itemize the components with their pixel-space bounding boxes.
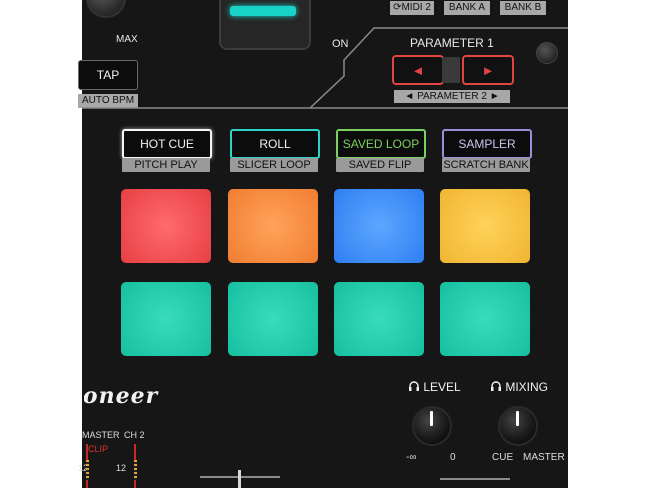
slicer-loop-label: SLICER LOOP bbox=[230, 158, 318, 172]
pioneer-dj-logo: Pioneer DJ bbox=[84, 383, 159, 409]
parameter-2-label: ◄ PARAMETER 2 ► bbox=[394, 90, 510, 103]
small-left-arrow-icon: ◄ bbox=[404, 91, 415, 102]
saved-loop-label: SAVED LOOP bbox=[342, 137, 420, 151]
headphone-level-label: LEVEL bbox=[408, 380, 461, 394]
pitch-play-label: PITCH PLAY bbox=[122, 158, 210, 172]
pad-2[interactable] bbox=[228, 189, 318, 263]
pad-8[interactable] bbox=[440, 282, 530, 356]
level-meter: MASTER CH 2 CLIP 12 12 bbox=[78, 428, 152, 488]
roll-button[interactable]: ROLL bbox=[230, 129, 320, 159]
saved-loop-button[interactable]: SAVED LOOP bbox=[336, 129, 426, 159]
bottom-track bbox=[440, 478, 510, 480]
ch2-label: CH 2 bbox=[124, 430, 145, 440]
parameter-1-label: PARAMETER 1 bbox=[410, 36, 494, 50]
upper-section: MAX ON TAP AUTO BPM ⟳MIDI 2 BANK A BANK … bbox=[78, 0, 568, 112]
arrow-left-icon: ◄ bbox=[411, 62, 425, 78]
pad-5[interactable] bbox=[121, 282, 211, 356]
headphones-icon bbox=[409, 381, 419, 391]
saved-flip-label: SAVED FLIP bbox=[336, 158, 424, 172]
parameter-center-divider bbox=[442, 57, 460, 83]
pad-7[interactable] bbox=[334, 282, 424, 356]
ch2-meter-leds bbox=[134, 460, 137, 480]
master-meter-leds bbox=[86, 460, 89, 480]
headphone-mixing-label: MIXING bbox=[490, 380, 548, 394]
arrow-right-icon: ► bbox=[481, 62, 495, 78]
level-12-right: 12 bbox=[116, 463, 127, 473]
master-label: MASTER bbox=[82, 430, 120, 440]
pad-3[interactable] bbox=[334, 189, 424, 263]
headphone-level-knob[interactable] bbox=[412, 406, 452, 446]
pad-4[interactable] bbox=[440, 189, 530, 263]
headphone-mixing-knob[interactable] bbox=[498, 406, 538, 446]
small-right-arrow-icon: ► bbox=[489, 91, 500, 102]
hot-cue-button[interactable]: HOT CUE bbox=[122, 129, 212, 159]
level-knob-indicator bbox=[430, 411, 433, 426]
crossfader-marker bbox=[238, 470, 241, 488]
level-min-label: -∞ bbox=[406, 452, 417, 463]
headphones-icon bbox=[491, 381, 501, 391]
parameter-right-button[interactable]: ► bbox=[462, 55, 514, 85]
mixing-cue-label: CUE bbox=[492, 452, 514, 463]
hot-cue-label: HOT CUE bbox=[140, 137, 194, 151]
mixing-master-label: MASTER bbox=[523, 452, 565, 463]
roll-label: ROLL bbox=[259, 137, 291, 151]
level-max-label: 0 bbox=[450, 452, 456, 463]
pad-1[interactable] bbox=[121, 189, 211, 263]
scratch-bank-label: SCRATCH BANK bbox=[442, 158, 530, 172]
corner-screw bbox=[536, 42, 558, 64]
sampler-label: SAMPLER bbox=[458, 137, 516, 151]
sampler-button[interactable]: SAMPLER bbox=[442, 129, 532, 159]
mixing-knob-indicator bbox=[516, 411, 519, 426]
pad-6[interactable] bbox=[228, 282, 318, 356]
parameter-left-button[interactable]: ◄ bbox=[392, 55, 444, 85]
clip-label: CLIP bbox=[88, 444, 109, 454]
